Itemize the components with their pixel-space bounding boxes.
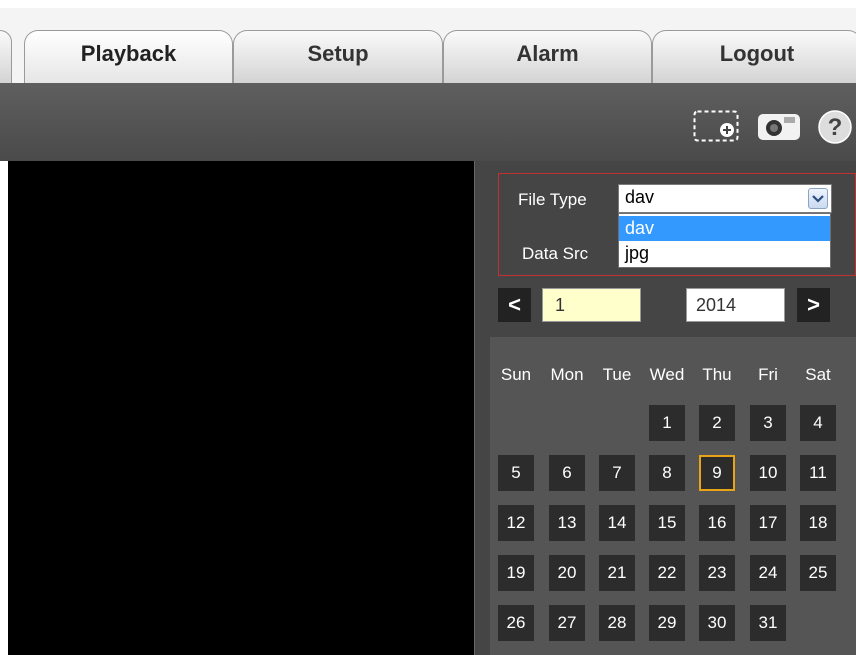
help-icon[interactable]: ?: [817, 110, 853, 151]
file-type-label: File Type: [518, 190, 587, 209]
calendar-day[interactable]: 27: [549, 605, 585, 641]
calendar-day[interactable]: 12: [498, 505, 534, 541]
file-type-select[interactable]: dav: [618, 184, 832, 213]
calendar-day[interactable]: 17: [750, 505, 786, 541]
calendar-day[interactable]: 2: [699, 405, 735, 441]
calendar-day[interactable]: 4: [800, 405, 836, 441]
calendar-day[interactable]: 19: [498, 555, 534, 591]
calendar-day[interactable]: 11: [800, 455, 836, 491]
option-dav[interactable]: dav: [619, 216, 830, 241]
weekday-header: Fri: [758, 365, 778, 384]
option-jpg[interactable]: jpg: [619, 241, 830, 266]
calendar-day[interactable]: 15: [649, 505, 685, 541]
calendar-day[interactable]: 22: [649, 555, 685, 591]
chevron-down-icon[interactable]: [808, 188, 828, 209]
file-type-value: dav: [625, 187, 655, 207]
calendar-day[interactable]: 25: [800, 555, 836, 591]
data-src-label: Data Src: [522, 244, 589, 263]
calendar-day[interactable]: 31: [750, 605, 786, 641]
add-window-icon[interactable]: [693, 110, 739, 147]
calendar-day[interactable]: 18: [800, 505, 836, 541]
tab-logout[interactable]: Logout: [652, 30, 856, 83]
calendar-day[interactable]: 5: [498, 455, 534, 491]
calendar-day[interactable]: 30: [699, 605, 735, 641]
calendar-day[interactable]: 20: [549, 555, 585, 591]
weekday-header: Thu: [702, 365, 732, 384]
calendar-day[interactable]: 14: [599, 505, 635, 541]
calendar-day[interactable]: 7: [599, 455, 635, 491]
month-field[interactable]: 1: [542, 288, 641, 322]
calendar-day[interactable]: 16: [699, 505, 735, 541]
next-month-button[interactable]: >: [797, 288, 830, 322]
weekday-header: Wed: [649, 365, 685, 384]
file-type-dropdown: dav jpg: [618, 213, 831, 268]
calendar-day[interactable]: 3: [750, 405, 786, 441]
calendar-day[interactable]: 29: [649, 605, 685, 641]
tab-playback[interactable]: Playback: [24, 30, 233, 83]
prev-month-button[interactable]: <: [498, 288, 531, 322]
weekday-header: Sat: [805, 365, 831, 384]
left-margin: [0, 161, 8, 655]
calendar-day[interactable]: 23: [699, 555, 735, 591]
video-playback-area[interactable]: [8, 161, 474, 655]
calendar-day[interactable]: 1: [649, 405, 685, 441]
weekday-header: Mon: [550, 365, 584, 384]
weekday-header: Sun: [500, 365, 532, 384]
calendar-day[interactable]: 24: [750, 555, 786, 591]
tab-alarm[interactable]: Alarm: [443, 30, 652, 83]
tab-partial-left[interactable]: [0, 30, 12, 83]
calendar-day[interactable]: 10: [750, 455, 786, 491]
top-strip: [0, 0, 856, 8]
toolbar: ?: [0, 83, 856, 161]
calendar-day[interactable]: 21: [599, 555, 635, 591]
weekday-header: Tue: [602, 365, 632, 384]
calendar-day[interactable]: 26: [498, 605, 534, 641]
snapshot-camera-icon[interactable]: [757, 110, 801, 147]
svg-text:?: ?: [828, 114, 843, 141]
calendar-day[interactable]: 6: [549, 455, 585, 491]
calendar-day[interactable]: 13: [549, 505, 585, 541]
calendar-day[interactable]: 8: [649, 455, 685, 491]
tab-setup[interactable]: Setup: [233, 30, 443, 83]
calendar-day-today[interactable]: 9: [699, 455, 735, 491]
year-field[interactable]: 2014: [686, 288, 785, 322]
calendar-day[interactable]: 28: [599, 605, 635, 641]
